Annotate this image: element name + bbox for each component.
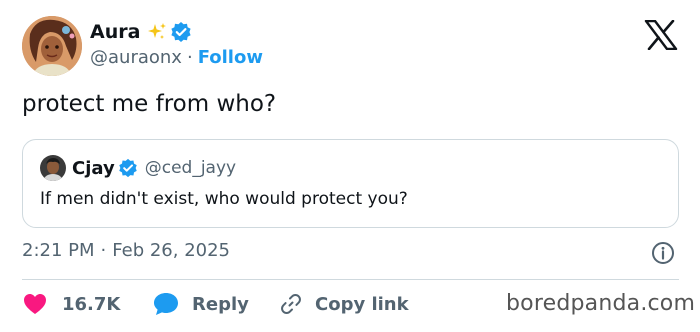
quoted-author-handle: @ced_jayy — [144, 158, 237, 178]
tweet-text: protect me from who? — [22, 91, 277, 117]
author-handle[interactable]: @auraonx — [90, 47, 182, 68]
sparkles-icon — [146, 21, 168, 43]
tweet-time: 2:21 PM — [22, 240, 95, 261]
author-name[interactable]: Aura — [90, 21, 140, 43]
quoted-tweet-text: If men didn't exist, who would protect y… — [40, 189, 408, 209]
verified-badge-icon — [170, 21, 192, 43]
author-name-row: Aura — [90, 19, 192, 45]
quoted-author-name: Cjay — [72, 157, 115, 179]
like-button[interactable]: 16.7K — [22, 290, 120, 318]
watermark: boredpanda.com — [506, 291, 696, 316]
x-logo-icon[interactable] — [644, 19, 678, 51]
quoted-name-row: Cjay @ced_jayy — [72, 156, 236, 180]
info-icon[interactable] — [651, 241, 675, 265]
link-icon — [279, 292, 303, 316]
reply-button[interactable]: Reply — [152, 290, 249, 318]
verified-badge-icon — [118, 158, 138, 178]
follow-button[interactable]: Follow — [198, 47, 263, 68]
quoted-author-avatar[interactable] — [40, 155, 66, 181]
tweet-timestamp[interactable]: 2:21 PM · Feb 26, 2025 — [22, 240, 230, 261]
author-handle-row: @auraonx · Follow — [90, 47, 263, 68]
tweet-date: Feb 26, 2025 — [112, 240, 231, 261]
quoted-tweet[interactable]: Cjay @ced_jayy If men didn't exist, who … — [22, 139, 679, 228]
divider — [22, 279, 679, 280]
heart-icon — [22, 292, 48, 316]
copy-link-label: Copy link — [315, 293, 409, 315]
like-count: 16.7K — [62, 293, 121, 315]
reply-label: Reply — [192, 293, 249, 315]
speech-bubble-icon — [152, 291, 180, 317]
handle-separator: · — [186, 47, 193, 68]
author-avatar[interactable] — [22, 16, 82, 76]
tweet-card: Aura @auraonx · Follow protect me from w… — [0, 0, 700, 332]
copy-link-button[interactable]: Copy link — [279, 290, 409, 318]
timestamp-separator: · — [100, 240, 107, 261]
